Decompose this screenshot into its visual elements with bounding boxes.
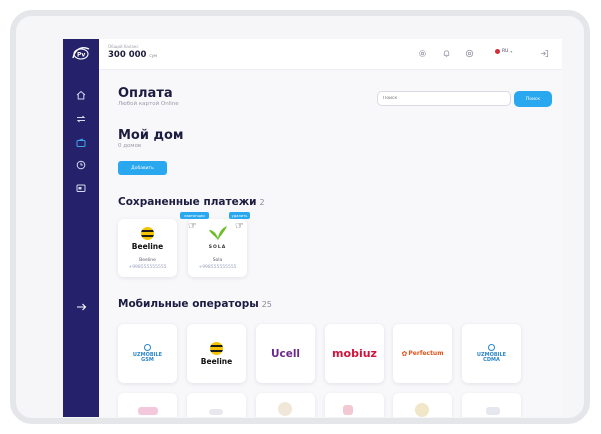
operator-logo-subtext: CDMA: [483, 357, 500, 363]
add-button[interactable]: Добавить: [118, 161, 167, 175]
perfectum-flower-icon: ✿: [401, 349, 408, 358]
operator-card-beeline[interactable]: Beeline: [187, 324, 246, 383]
saved-payment-phone: +998555555555: [198, 265, 237, 270]
settings-icon[interactable]: [464, 48, 475, 59]
operator-logo-subtext: GSM: [141, 357, 154, 363]
bell-icon[interactable]: [441, 48, 452, 59]
balance-label: Общий баланс: [108, 44, 139, 49]
pointer-hand-icon: ☞: [235, 221, 244, 232]
svg-text:Pv: Pv: [77, 52, 85, 59]
receipt-tag[interactable]: квитанции: [180, 212, 209, 219]
app-logo[interactable]: Pv: [71, 45, 91, 61]
operator-card[interactable]: [118, 393, 177, 417]
perfectum-logo: ✿ Perfectum: [402, 350, 444, 358]
top-bar: Общий баланс 300 000 сум RU ▾: [99, 39, 562, 70]
home-subtitle: 0 домов: [118, 143, 142, 149]
operator-card-ucell[interactable]: Ucell: [256, 324, 315, 383]
balance-value: 300 000 сум: [108, 50, 157, 60]
uzmobile-gsm-logo: UZMOBILE GSM: [133, 343, 162, 364]
balance-unit: сум: [149, 53, 158, 58]
operator-card-uzmobile-cdma[interactable]: UZMOBILE CDMA: [462, 324, 521, 383]
operators-count: 25: [261, 300, 272, 309]
operator-card-uzmobile-gsm[interactable]: UZMOBILE GSM: [118, 324, 177, 383]
beeline-logo: Beeline: [200, 341, 233, 366]
saved-payments-title: Сохраненные платежи 2: [118, 196, 265, 208]
operator-logo-icon: [343, 405, 353, 415]
search-input[interactable]: [377, 91, 511, 106]
operator-card-perfectum[interactable]: ✿ Perfectum: [393, 324, 452, 383]
saved-payment-name: Sola: [212, 258, 223, 263]
operator-logo-icon: [138, 407, 158, 415]
flag-icon: [495, 49, 500, 54]
sidebar: Pv: [63, 39, 99, 417]
operator-logo-icon: [486, 407, 500, 415]
home-icon[interactable]: [72, 87, 90, 103]
operator-logo-icon: [209, 409, 223, 415]
home-title: Мой дом: [118, 128, 184, 143]
page-subtitle: Любой картой Online: [118, 101, 179, 107]
operator-logo-icon: [415, 403, 429, 417]
wallet-icon[interactable]: [72, 135, 90, 151]
operator-card-mobiuz[interactable]: mobiuz: [325, 324, 384, 383]
pointer-hand-icon: ☞: [188, 221, 197, 232]
saved-payment-name: Beeline: [139, 258, 156, 263]
saved-payment-phone: +998555555555: [128, 265, 167, 270]
beeline-ball-icon: [141, 227, 154, 240]
sola-leaf-icon: [208, 226, 227, 240]
uzmobile-icon: [144, 343, 151, 351]
search-button[interactable]: Поиск: [514, 91, 552, 107]
card-icon[interactable]: [72, 180, 90, 196]
operator-card[interactable]: [462, 393, 521, 417]
chevron-down-icon: ▾: [510, 49, 513, 54]
operators-label: Мобильные операторы: [118, 298, 259, 310]
operator-card[interactable]: [325, 393, 384, 417]
device-frame: Pv Общий баланс 300 000 сум RU ▾ Оплата …: [10, 10, 590, 424]
logout-icon[interactable]: [539, 48, 550, 59]
beeline-ball-icon: [210, 341, 223, 355]
operator-logo-text: Perfectum: [408, 350, 444, 357]
ucell-logo: Ucell: [270, 347, 301, 360]
saved-payment-card[interactable]: Beeline Beeline +998555555555: [118, 219, 177, 277]
language-label: RU: [502, 49, 509, 54]
gear-icon[interactable]: [417, 48, 428, 59]
page-title: Оплата: [118, 86, 173, 101]
operator-logo-text: Beeline: [200, 356, 233, 366]
uzmobile-icon: [488, 343, 495, 351]
history-icon[interactable]: [72, 157, 90, 173]
delete-tag[interactable]: удалить: [229, 212, 250, 219]
sola-logo-text: SOLA: [208, 245, 227, 250]
saved-payments-label: Сохраненные платежи: [118, 196, 257, 208]
operator-card[interactable]: [256, 393, 315, 417]
operator-card[interactable]: [187, 393, 246, 417]
uzmobile-cdma-logo: UZMOBILE CDMA: [477, 343, 506, 364]
saved-payments-count: 2: [259, 198, 265, 207]
beeline-logo: Beeline: [118, 227, 177, 251]
operator-logo-icon: [278, 402, 292, 416]
language-selector[interactable]: RU ▾: [495, 49, 512, 54]
operator-card[interactable]: [393, 393, 452, 417]
balance-amount: 300 000: [108, 50, 147, 60]
operators-title: Мобильные операторы 25: [118, 298, 272, 310]
app-screen: Pv Общий баланс 300 000 сум RU ▾ Оплата …: [63, 39, 562, 417]
beeline-logo-text: Beeline: [131, 242, 164, 251]
transfer-icon[interactable]: [72, 111, 90, 127]
arrow-right-icon[interactable]: [72, 299, 90, 315]
mobiuz-logo: mobiuz: [332, 347, 377, 360]
